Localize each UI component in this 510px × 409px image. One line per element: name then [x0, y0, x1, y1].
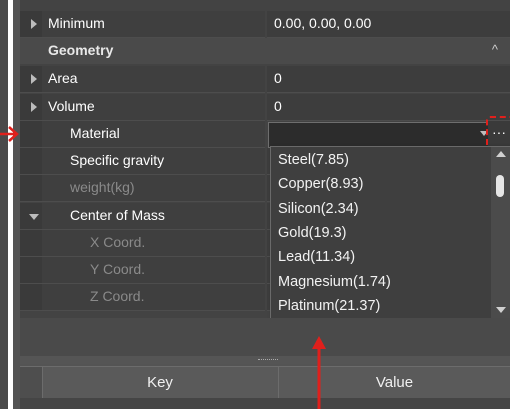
property-value-minimum: 0.00, 0.00, 0.00 [274, 15, 372, 31]
key-value-table-header: Key Value [20, 366, 510, 399]
property-label-cell [20, 121, 265, 148]
property-value-cell[interactable] [267, 66, 510, 93]
property-label-material: Material [70, 125, 120, 141]
property-label-z-coord: Z Coord. [90, 288, 145, 304]
property-value-cell[interactable] [267, 94, 510, 121]
splitter-grip-icon[interactable] [258, 359, 278, 363]
dropdown-option-steel[interactable]: Steel(7.85) [278, 152, 349, 168]
property-value-area: 0 [274, 70, 282, 86]
row-gutter [20, 148, 42, 174]
material-combobox[interactable] [268, 122, 492, 148]
scrollbar-thumb[interactable] [496, 175, 504, 197]
material-dropdown-list[interactable]: Steel(7.85) Copper(8.93) Silicon(2.34) G… [270, 146, 510, 321]
dropdown-option-lead[interactable]: Lead(11.34) [278, 249, 355, 265]
property-row-minimum[interactable]: Minimum 0.00, 0.00, 0.00 [20, 11, 510, 38]
table-header-gutter [20, 367, 43, 399]
expand-arrow-icon[interactable] [31, 102, 37, 112]
property-label-center-of-mass: Center of Mass [70, 207, 165, 223]
property-label-minimum: Minimum [48, 15, 105, 31]
row-gutter [20, 284, 42, 310]
table-row [20, 398, 510, 409]
collapse-caret-icon[interactable]: ^ [492, 42, 498, 57]
row-gutter [20, 230, 42, 256]
section-title: Geometry [48, 42, 114, 58]
dropdown-option-platinum[interactable]: Platinum(21.37) [278, 298, 380, 314]
row-gutter [20, 257, 42, 283]
collapse-arrow-icon[interactable] [29, 214, 39, 220]
dropdown-option-silicon[interactable]: Silicon(2.34) [278, 201, 359, 217]
property-value-volume: 0 [274, 98, 282, 114]
panel-border [0, 0, 8, 409]
property-label-x-coord: X Coord. [90, 234, 146, 250]
annotation-arrow-right-icon [0, 126, 19, 142]
property-row-area[interactable]: Area 0 [20, 66, 510, 93]
dropdown-option-magnesium[interactable]: Magnesium(1.74) [278, 274, 391, 290]
annotation-arrow-up-icon [312, 336, 326, 409]
property-grid-empty-area [20, 318, 510, 358]
property-label-specific-gravity: Specific gravity [70, 152, 165, 168]
property-label-area: Area [48, 70, 78, 86]
dropdown-scrollbar[interactable] [491, 147, 510, 320]
column-header-key[interactable]: Key [42, 367, 279, 399]
property-label-volume: Volume [48, 98, 95, 114]
expand-arrow-icon[interactable] [31, 74, 37, 84]
property-label-cell [20, 175, 265, 202]
row-gutter [20, 121, 42, 147]
dropdown-option-copper[interactable]: Copper(8.93) [278, 176, 363, 192]
property-label-weight: weight(kg) [70, 179, 135, 195]
row-gutter [20, 175, 42, 201]
scroll-up-arrow-icon[interactable] [496, 151, 506, 157]
property-row-volume[interactable]: Volume 0 [20, 94, 510, 121]
scroll-down-arrow-icon[interactable] [496, 307, 506, 313]
section-header-geometry[interactable]: Geometry ^ [20, 38, 510, 64]
expand-arrow-icon[interactable] [31, 19, 37, 29]
property-label-y-coord: Y Coord. [90, 261, 145, 277]
dropdown-option-gold[interactable]: Gold(19.3) [278, 225, 347, 241]
